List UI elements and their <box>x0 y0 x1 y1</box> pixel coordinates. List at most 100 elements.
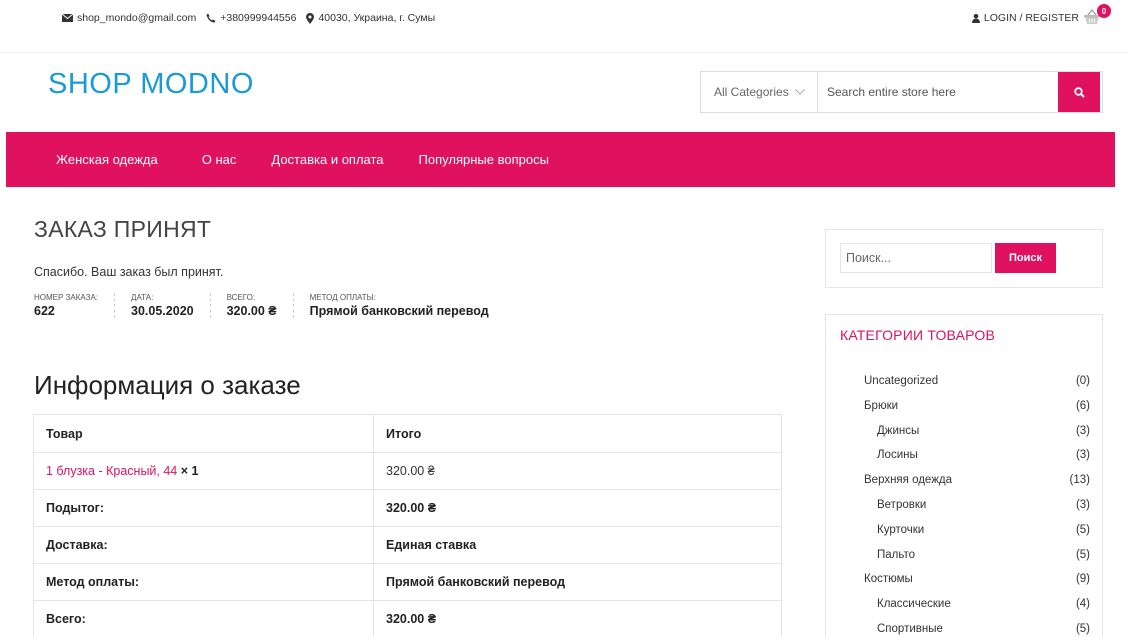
category-label[interactable]: Джинсы <box>877 423 919 448</box>
site-logo[interactable]: SHOP MODNO <box>48 68 254 101</box>
phone-text[interactable]: +380999944556 <box>220 12 296 24</box>
payment-method: МЕТОД ОПЛАТЫ: Прямой банковский перевод <box>310 293 505 318</box>
store-search-button[interactable] <box>1058 72 1100 112</box>
shipping-value: Единая ставка <box>373 526 782 564</box>
category-item-trousers[interactable]: Брюки (6) <box>864 398 1090 423</box>
map-marker-icon <box>306 12 315 24</box>
column-header-product: Товар <box>33 414 374 453</box>
category-item-suits[interactable]: Костюмы (9) <box>864 571 1090 596</box>
order-details-title: Информация о заказе <box>34 370 301 400</box>
header-divider <box>0 52 1129 53</box>
contact-info: shop_mondo@gmail.com +380999944556 40030… <box>62 12 435 24</box>
category-label[interactable]: Пальто <box>877 547 915 572</box>
order-number: НОМЕР ЗАКАЗА: 622 <box>34 293 116 318</box>
subtotal-label: Подытог: <box>33 489 374 527</box>
category-label[interactable]: Uncategorized <box>864 373 938 398</box>
top-bar: shop_mondo@gmail.com +380999944556 40030… <box>0 0 1129 38</box>
category-select[interactable]: All Categories <box>701 72 818 112</box>
envelope-icon <box>62 14 73 22</box>
nav-item-delivery[interactable]: Доставка и оплата <box>271 152 383 167</box>
cart-count-badge: 0 <box>1097 4 1111 18</box>
payment-label: Метод оплаты: <box>33 563 374 601</box>
account-link[interactable]: LOGIN / REGISTER <box>971 12 1079 24</box>
chevron-down-icon <box>794 89 805 95</box>
nav-item-women-clothing[interactable]: Женская одежда <box>56 152 158 167</box>
thank-you-message: Спасибо. Ваш заказ был принят. <box>34 265 224 279</box>
category-count: (5) <box>1075 622 1090 635</box>
order-date-value: 30.05.2020 <box>131 304 194 318</box>
email-info: shop_mondo@gmail.com <box>62 12 196 24</box>
sidebar-search-button[interactable]: Поиск <box>995 243 1056 273</box>
user-icon <box>971 13 980 23</box>
category-label[interactable]: Ветровки <box>877 497 926 522</box>
category-item-coats[interactable]: Пальто (5) <box>864 547 1090 572</box>
login-register-label[interactable]: LOGIN / REGISTER <box>984 12 1079 24</box>
payment-value: Прямой банковский перевод <box>373 563 782 601</box>
phone-icon <box>206 13 216 23</box>
categories-title: КАТЕГОРИИ ТОВАРОВ <box>840 327 996 343</box>
nav-item-faq[interactable]: Популярные вопросы <box>419 152 549 167</box>
category-label[interactable]: Брюки <box>864 398 898 423</box>
table-row: 1 блузка - Красный, 44 × 1 320.00 ₴ <box>33 452 782 490</box>
sidebar-search-input[interactable] <box>840 243 992 273</box>
order-total: ВСЕГО: 320.00 ₴ <box>227 293 294 318</box>
table-row: Доставка: Единая ставка <box>33 526 782 564</box>
sidebar-search-widget: Поиск <box>825 229 1103 288</box>
page-title: ЗАКАЗ ПРИНЯТ <box>34 216 212 242</box>
category-count: (6) <box>1075 399 1090 412</box>
table-row: Метод оплаты: Прямой банковский перевод <box>33 563 782 601</box>
category-count: (3) <box>1075 424 1090 437</box>
store-search: All Categories <box>700 71 1103 113</box>
category-count: (0) <box>1075 375 1090 387</box>
table-header-row: Товар Итого <box>33 414 782 453</box>
category-item-outerwear[interactable]: Верхняя одежда (13) <box>864 472 1090 497</box>
category-label[interactable]: Костюмы <box>864 571 913 596</box>
product-quantity: × 1 <box>180 464 199 478</box>
category-item-windbreakers[interactable]: Ветровки (3) <box>864 497 1090 522</box>
table-row: Всего: 320.00 ₴ <box>33 600 782 637</box>
order-number-label: НОМЕР ЗАКАЗА: <box>34 293 99 302</box>
nav-item-about[interactable]: О нас <box>202 152 237 167</box>
category-label[interactable]: Верхняя одежда <box>864 472 952 497</box>
order-details-table: Товар Итого 1 блузка - Красный, 44 × 1 3… <box>33 414 782 637</box>
order-total-label: ВСЕГО: <box>226 293 256 302</box>
address-text: 40030, Украина, г. Сумы <box>318 12 436 24</box>
shipping-label: Доставка: <box>33 526 374 564</box>
category-count: (3) <box>1075 498 1090 511</box>
search-icon <box>1073 86 1085 98</box>
order-number-value: 622 <box>34 304 55 318</box>
category-count: (9) <box>1075 573 1090 586</box>
order-overview: НОМЕР ЗАКАЗА: 622 ДАТА: 30.05.2020 ВСЕГО… <box>34 293 521 318</box>
phone-info: +380999944556 <box>206 12 296 24</box>
order-date: ДАТА: 30.05.2020 <box>131 293 211 318</box>
email-text[interactable]: shop_mondo@gmail.com <box>77 12 196 24</box>
main-nav: Женская одежда О нас Доставка и оплата П… <box>6 132 1115 187</box>
category-count: (3) <box>1075 449 1090 462</box>
column-header-total: Итого <box>373 414 782 453</box>
product-categories-widget: КАТЕГОРИИ ТОВАРОВ Uncategorized (0) Брюки… <box>825 314 1103 637</box>
category-label[interactable]: Курточки <box>877 522 924 547</box>
payment-method-label: МЕТОД ОПЛАТЫ: <box>309 293 376 302</box>
category-item-sport[interactable]: Спортивные (5) <box>864 621 1090 637</box>
category-select-value: All Categories <box>714 85 789 99</box>
category-label[interactable]: Лосины <box>877 447 918 472</box>
order-total-value: 320.00 ₴ <box>226 304 277 318</box>
category-count: (4) <box>1075 598 1090 611</box>
category-count: (5) <box>1075 548 1090 561</box>
order-date-label: ДАТА: <box>131 293 154 302</box>
category-item-jackets[interactable]: Курточки (5) <box>864 522 1090 547</box>
product-link[interactable]: 1 блузка - Красный, 44 <box>46 464 177 478</box>
category-item-leggings[interactable]: Лосины (3) <box>864 447 1090 472</box>
total-label: Всего: <box>33 600 374 637</box>
address-info: 40030, Украина, г. Сумы <box>306 12 435 24</box>
category-count: (13) <box>1069 474 1090 487</box>
category-label[interactable]: Классические <box>877 596 951 621</box>
category-item-uncategorized[interactable]: Uncategorized (0) <box>864 373 1090 398</box>
cart-button[interactable]: 0 <box>1083 4 1111 27</box>
category-item-jeans[interactable]: Джинсы (3) <box>864 423 1090 448</box>
category-count: (5) <box>1075 523 1090 536</box>
store-search-input[interactable] <box>818 72 1058 112</box>
payment-method-value: Прямой банковский перевод <box>309 304 489 318</box>
category-item-classic[interactable]: Классические (4) <box>864 596 1090 621</box>
category-label[interactable]: Спортивные <box>877 621 943 637</box>
